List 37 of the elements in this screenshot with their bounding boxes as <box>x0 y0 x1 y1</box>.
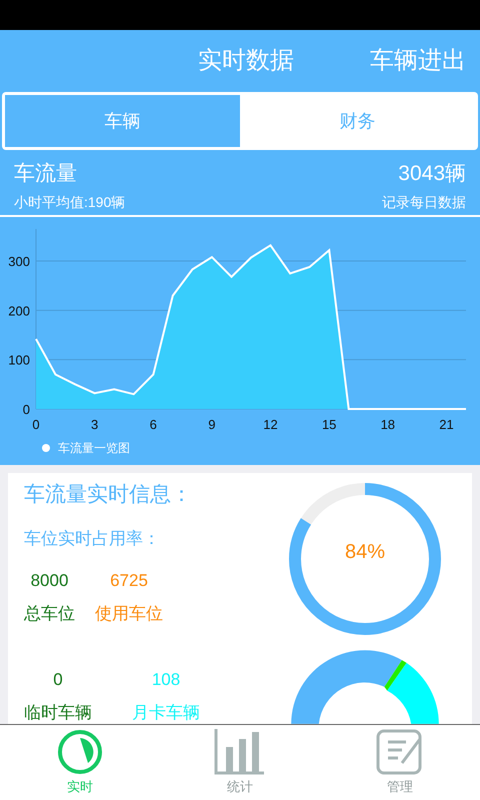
summary-title: 车流量 <box>14 161 77 187</box>
header-title: 实时数据 <box>198 46 294 76</box>
stat-value: 6725 <box>110 570 148 592</box>
y-tick-label: 0 <box>22 402 30 416</box>
hourly-average: 小时平均值:190辆 <box>14 192 126 212</box>
x-tick-label: 3 <box>91 416 98 432</box>
x-tick-label: 0 <box>32 416 40 432</box>
x-tick-label: 12 <box>263 416 278 432</box>
x-tick-label: 18 <box>380 416 396 432</box>
nav-tab[interactable]: 实时 <box>0 725 160 800</box>
stat-label: 总车位 <box>24 603 75 625</box>
stat-value: 8000 <box>30 570 68 592</box>
x-tick-label: 21 <box>439 416 454 432</box>
edit-list-icon <box>376 728 424 775</box>
x-tick-label: 6 <box>150 416 157 432</box>
x-tick-label: 9 <box>208 416 216 432</box>
occupancy-label: 车位实时占用率： <box>24 528 161 550</box>
stat-value: 108 <box>152 668 180 690</box>
y-tick-label: 300 <box>8 254 30 269</box>
total-count: 3043辆 <box>398 161 466 187</box>
vehicle-access-button[interactable]: 车辆进出 <box>370 43 466 79</box>
bar-chart-icon <box>214 728 266 775</box>
timer-icon <box>57 728 103 775</box>
realtime-title: 车流量实时信息： <box>24 482 193 508</box>
tab[interactable]: 车辆 <box>5 95 240 147</box>
x-tick-label: 15 <box>322 416 336 432</box>
stat-label: 月卡车辆 <box>132 702 200 724</box>
nav-tab[interactable]: 管理 <box>320 725 480 800</box>
occupancy-percent: 84% <box>344 540 386 566</box>
daily-record-link[interactable]: 记录每日数据 <box>382 192 466 212</box>
legend-label: 车流量一览图 <box>58 440 130 456</box>
y-tick-label: 100 <box>8 352 30 368</box>
nav-tab[interactable]: 统计 <box>160 725 320 800</box>
y-tick-label: 200 <box>8 302 30 318</box>
stat-label: 临时车辆 <box>24 702 92 724</box>
stat-value: 0 <box>53 668 63 690</box>
stat-label: 使用车位 <box>95 603 163 625</box>
